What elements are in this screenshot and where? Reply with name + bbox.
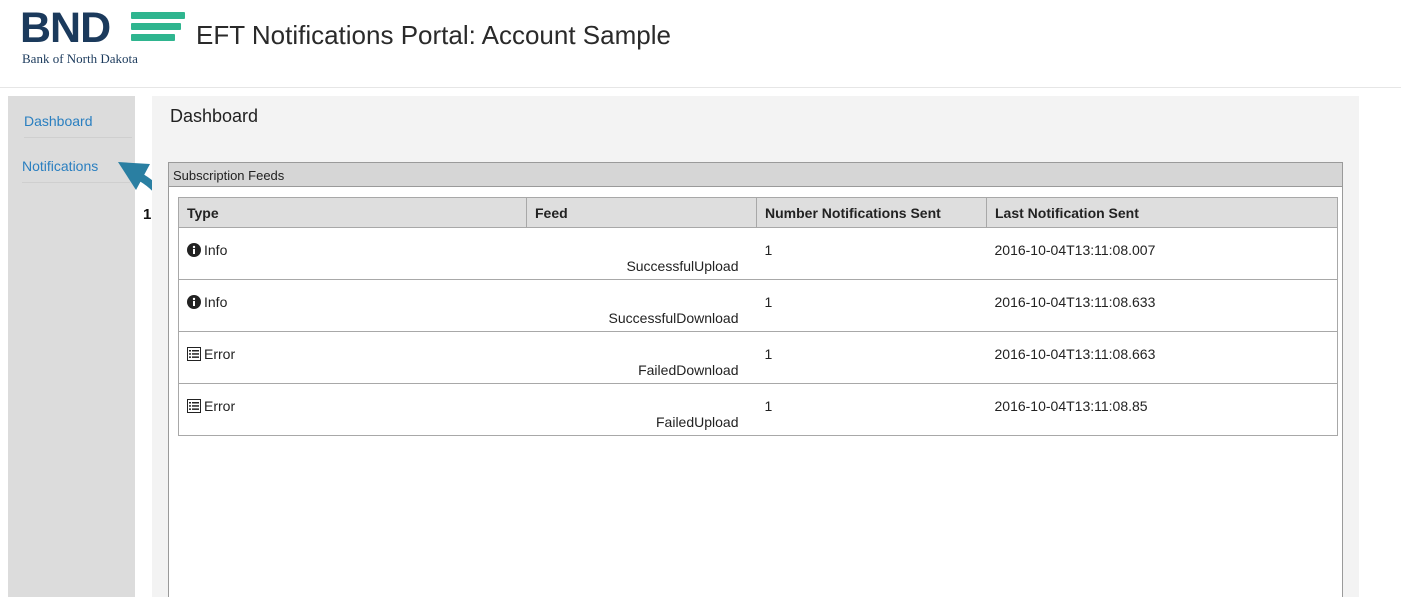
type-label: Error xyxy=(204,346,236,362)
list-icon xyxy=(187,347,201,361)
feeds-table: Type Feed Number Notifications Sent Last… xyxy=(178,197,1338,436)
type-label: Error xyxy=(204,398,236,414)
column-header-feed[interactable]: Feed xyxy=(526,197,757,228)
last-sent-cell: 2016-10-04T13:11:08.663 xyxy=(986,331,1338,384)
count-cell: 1 xyxy=(756,279,987,332)
logo-subtitle: Bank of North Dakota xyxy=(22,51,138,66)
feed-cell: FailedDownload xyxy=(526,331,757,384)
main-content: Dashboard Subscription Feeds Type Feed N… xyxy=(152,96,1359,597)
panel-title: Subscription Feeds xyxy=(169,163,1342,187)
logo-wordmark: BND xyxy=(20,4,111,52)
info-circle-icon xyxy=(187,295,201,309)
list-icon xyxy=(187,399,201,413)
table-row[interactable]: Info SuccessfulUpload 1 2016-10-04T13:11… xyxy=(178,227,1338,280)
last-sent-cell: 2016-10-04T13:11:08.633 xyxy=(986,279,1338,332)
logo-bars-icon xyxy=(131,12,191,44)
last-sent-cell: 2016-10-04T13:11:08.007 xyxy=(986,227,1338,280)
table-header-row: Type Feed Number Notifications Sent Last… xyxy=(178,197,1338,228)
table-row[interactable]: Info SuccessfulDownload 1 2016-10-04T13:… xyxy=(178,279,1338,332)
table-row[interactable]: Error FailedDownload 1 2016-10-04T13:11:… xyxy=(178,331,1338,384)
type-cell: Error xyxy=(178,331,527,384)
page-title: EFT Notifications Portal: Account Sample xyxy=(196,20,671,50)
feed-cell: FailedUpload xyxy=(526,383,757,436)
table-row[interactable]: Error FailedUpload 1 2016-10-04T13:11:08… xyxy=(178,383,1338,436)
subscription-feeds-panel: Subscription Feeds Type Feed Number Noti… xyxy=(168,162,1343,597)
annotation-number: 1 xyxy=(143,206,152,223)
type-label: Info xyxy=(204,294,228,310)
count-cell: 1 xyxy=(756,383,987,436)
type-cell: Info xyxy=(178,279,527,332)
type-label: Info xyxy=(204,242,228,258)
dashboard-heading: Dashboard xyxy=(170,106,259,126)
app-header: BND Bank of North Dakota EFT Notificatio… xyxy=(0,0,1401,88)
feed-cell: SuccessfulUpload xyxy=(526,227,757,280)
feed-cell: SuccessfulDownload xyxy=(526,279,757,332)
info-circle-icon xyxy=(187,243,201,257)
sidebar-item-dashboard[interactable]: Dashboard xyxy=(24,113,132,138)
type-cell: Info xyxy=(178,227,527,280)
count-cell: 1 xyxy=(756,331,987,384)
column-header-count[interactable]: Number Notifications Sent xyxy=(756,197,987,228)
count-cell: 1 xyxy=(756,227,987,280)
column-header-type[interactable]: Type xyxy=(178,197,527,228)
last-sent-cell: 2016-10-04T13:11:08.85 xyxy=(986,383,1338,436)
type-cell: Error xyxy=(178,383,527,436)
bnd-logo: BND Bank of North Dakota xyxy=(20,6,190,68)
column-header-last-sent[interactable]: Last Notification Sent xyxy=(986,197,1338,228)
